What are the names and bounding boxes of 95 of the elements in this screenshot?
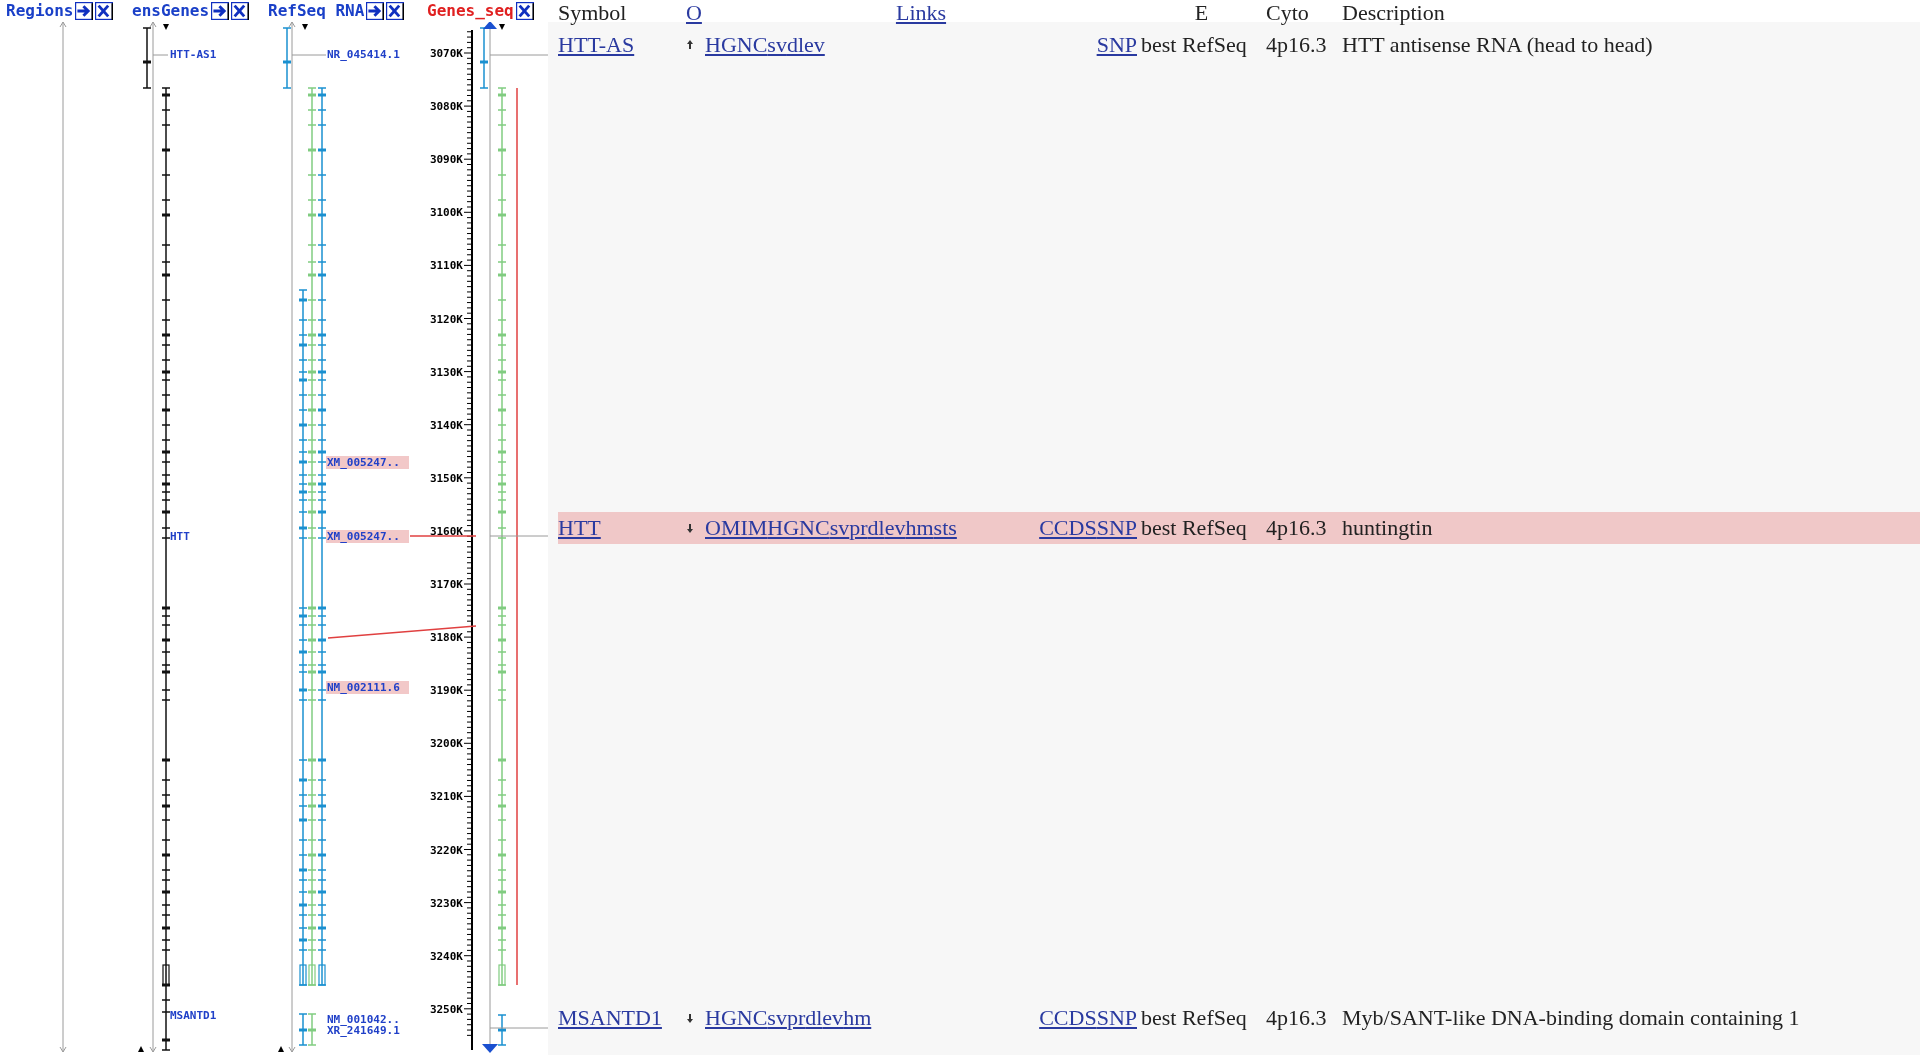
column-header: Cyto — [1266, 0, 1309, 25]
column-header: Symbol — [558, 0, 627, 25]
ruler-label: 3130K — [429, 365, 463, 379]
link[interactable]: pr — [849, 515, 868, 541]
arrow-right-icon[interactable] — [211, 2, 230, 20]
gene-model-drawing — [479, 27, 489, 89]
strand-arrow-icon — [302, 24, 308, 30]
description-text: Myb/SANT-like DNA-binding domain containing 1 — [1342, 1005, 1800, 1030]
ruler-label: 3210K — [429, 790, 463, 804]
evidence-text: best RefSeq — [1141, 515, 1247, 540]
ruler-label: 3250K — [429, 1002, 463, 1016]
link[interactable]: hm — [843, 1005, 872, 1031]
cyto-text: 4p16.3 — [1266, 32, 1327, 57]
scroll-down-icon[interactable] — [482, 1044, 498, 1053]
ruler-label: 3220K — [429, 843, 463, 857]
track-title[interactable]: Regions — [6, 0, 74, 23]
ruler-label: 3070K — [429, 47, 463, 60]
ruler-label: 3090K — [429, 153, 463, 167]
track-title[interactable]: RefSeq RNA — [268, 0, 365, 23]
strand-arrow-icon — [163, 24, 169, 30]
link[interactable]: CCDS — [1039, 1005, 1097, 1031]
arrow-right-icon[interactable] — [75, 2, 94, 20]
close-icon[interactable] — [231, 2, 250, 20]
link[interactable]: dl — [805, 1005, 823, 1031]
link[interactable]: CCDS — [1039, 515, 1097, 541]
close-icon[interactable] — [386, 2, 405, 20]
ruler-label: 3140K — [429, 418, 463, 432]
link[interactable]: ev — [822, 1005, 844, 1031]
transcript-drawing — [298, 1013, 308, 1046]
link[interactable]: dl — [786, 32, 805, 58]
link[interactable]: SNP — [1096, 515, 1137, 541]
ruler-label: 3110K — [429, 259, 463, 273]
ruler-label: 3230K — [429, 896, 463, 910]
link[interactable]: HGNC — [767, 515, 830, 541]
link[interactable]: HGNC — [705, 32, 768, 58]
alignment-line — [409, 535, 477, 537]
cyto-text: 4p16.3 — [1266, 515, 1327, 540]
link[interactable]: ev — [884, 515, 906, 541]
link[interactable]: SNP — [1096, 1005, 1137, 1031]
link[interactable]: HGNC — [705, 1005, 768, 1031]
gene-row[interactable]: HTT-AS HGNCsvdlev SNP best RefSeq 4p16.3 HTT antisense RNA (head to head) — [558, 29, 1920, 61]
link[interactable]: sv — [767, 32, 787, 58]
ruler-label: 3100K — [429, 206, 463, 220]
column-header-link[interactable]: O — [686, 0, 702, 25]
description-text: huntingtin — [1342, 515, 1433, 540]
arrow-right-icon[interactable] — [366, 2, 385, 20]
link[interactable]: sts — [933, 515, 957, 541]
evidence-text: best RefSeq — [1141, 32, 1247, 57]
ruler-label: 3080K — [429, 100, 463, 114]
ruler-label: 3240K — [429, 949, 463, 963]
link[interactable]: SNP — [1096, 32, 1137, 58]
strand-arrow-icon — [138, 1046, 144, 1052]
strand-arrow-icon — [278, 1046, 284, 1052]
ruler-label: 3120K — [429, 312, 463, 326]
ruler-label: 3190K — [429, 684, 463, 698]
link[interactable]: pr — [786, 1005, 806, 1031]
cyto-text: 4p16.3 — [1266, 1005, 1327, 1030]
column-header: Description — [1342, 0, 1445, 25]
description-text: HTT antisense RNA (head to head) — [1342, 32, 1653, 57]
gene-model-drawing — [497, 1014, 507, 1046]
transcript-drawing — [282, 27, 292, 89]
column-header: E — [1194, 0, 1209, 26]
ruler-label: 3200K — [429, 737, 463, 751]
link[interactable]: ev — [804, 32, 825, 58]
ruler-label: 3160K — [429, 524, 463, 538]
ruler-label: 3170K — [429, 578, 463, 591]
transcript-label[interactable]: XM_005247.. — [326, 456, 409, 469]
gene-label[interactable]: HTT-AS1 — [170, 48, 217, 61]
link[interactable]: HTT-AS — [558, 32, 635, 57]
transcript-label[interactable]: XR_241649.1 — [327, 1024, 400, 1037]
transcript-label[interactable]: NM_001042.. — [327, 1013, 400, 1026]
scroll-up-icon[interactable] — [483, 22, 497, 29]
evidence-text: best RefSeq — [1141, 1005, 1247, 1030]
strand-arrow-icon — [499, 24, 505, 30]
gene-model-drawing — [142, 27, 152, 89]
track-title[interactable]: Genes_seq — [427, 0, 514, 23]
link[interactable]: MSANTD1 — [558, 1005, 662, 1030]
link[interactable]: OMIM — [705, 515, 768, 541]
close-icon[interactable] — [95, 2, 114, 20]
gene-label[interactable]: HTT — [170, 530, 190, 543]
ruler-label: 3150K — [429, 471, 463, 485]
link[interactable]: sv — [767, 1005, 787, 1031]
transcript-label[interactable]: XM_005247.. — [326, 530, 409, 543]
gene-label[interactable]: MSANTD1 — [170, 1009, 217, 1022]
transcript-label[interactable]: NM_002111.6 — [326, 681, 409, 694]
transcript-drawing — [307, 1013, 317, 1046]
close-icon[interactable] — [515, 2, 534, 20]
ruler-label: 3180K — [429, 631, 463, 645]
gene-row[interactable]: HTT OMIMHGNCsvprdlevhmsts CCDSSNP best RefSeq 4p16.3 huntingtin — [558, 512, 1920, 544]
gene-row[interactable]: MSANTD1 HGNCsvprdlevhm CCDSSNP best RefSeq 4p16.3 Myb/SANT-like DNA-binding domain containing 1 — [558, 1002, 1920, 1034]
transcript-label[interactable]: NR_045414.1 — [327, 48, 400, 61]
track-title[interactable]: ensGenes — [132, 0, 210, 23]
column-header-link[interactable]: Links — [895, 0, 947, 26]
link[interactable]: HTT — [558, 515, 601, 540]
link[interactable]: hm — [905, 515, 934, 541]
